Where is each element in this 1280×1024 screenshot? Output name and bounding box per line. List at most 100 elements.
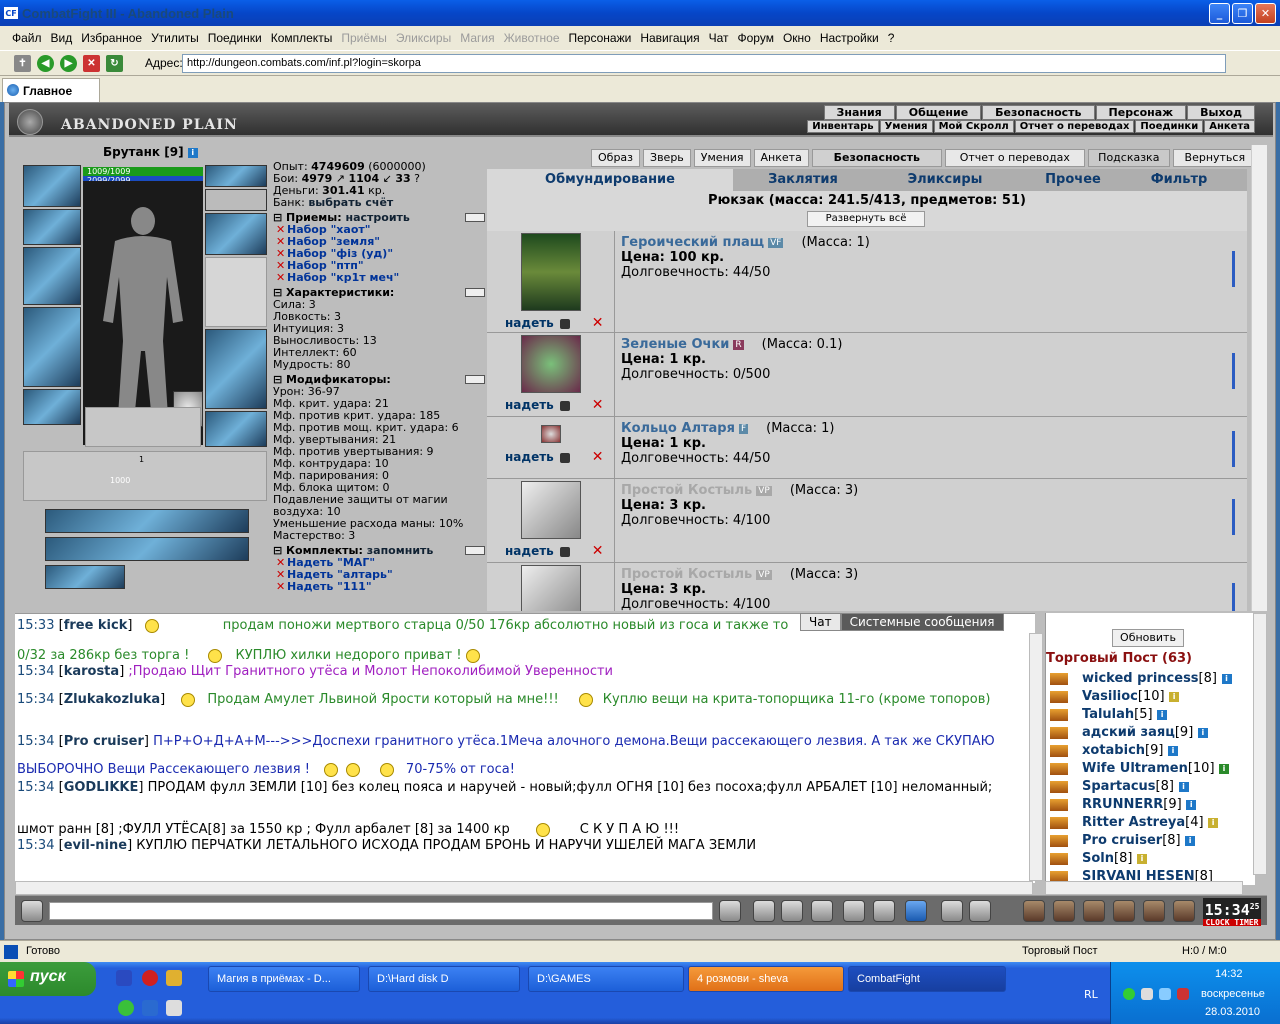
task-combatfight[interactable]: CombatFight [848,966,1006,992]
nav-fights[interactable]: Поединки [1135,120,1204,133]
security-button[interactable]: Безопасность [811,149,942,167]
profile-button[interactable]: Анкета [753,149,809,167]
fight-icon[interactable] [1083,900,1105,922]
network-icon[interactable] [1141,988,1153,1000]
language-indicator[interactable]: RL [1084,988,1098,1001]
back-icon[interactable]: ◀ [37,54,54,72]
image-button[interactable]: Образ [591,149,641,167]
move-arrow-icon[interactable] [1232,353,1235,389]
speaker-icon[interactable] [1177,988,1189,1000]
nav-communication[interactable]: Общение [895,105,982,120]
trade-user[interactable]: адский заяц[9] i [1050,725,1208,740]
tray-icon[interactable] [1123,988,1135,1000]
music-icon[interactable] [905,900,927,922]
chat-vscroll[interactable] [1029,633,1043,881]
trade-user[interactable]: wicked princess[8] i [1050,671,1232,686]
tab-chat[interactable]: Чат [800,613,841,631]
icq-icon[interactable] [118,1000,134,1016]
forward-icon[interactable]: ▶ [60,54,77,72]
beast-button[interactable]: Зверь [643,149,691,167]
nav-skills[interactable]: Умения [879,120,933,133]
start-button[interactable]: пуск [0,962,96,996]
task-games[interactable]: D:\GAMES [528,966,684,992]
nav-my-scroll[interactable]: Мой Скролл [933,120,1014,133]
inventory-scrollbar[interactable] [1251,145,1267,611]
return-button[interactable]: Вернуться [1172,149,1257,167]
cmd-icon[interactable] [166,1000,182,1016]
belt-slot[interactable] [23,389,81,425]
walk-icon[interactable] [843,900,865,922]
rings-slot[interactable] [205,189,267,211]
bag-icon[interactable] [1023,900,1045,922]
scroll-icon[interactable] [1053,900,1075,922]
stop-icon[interactable]: ✕ [83,54,100,72]
weapon-slot[interactable] [23,247,81,305]
nav-exit[interactable]: Выход [1187,105,1255,120]
move-arrow-icon[interactable] [1232,583,1235,611]
menu-window[interactable]: Окно [783,31,811,45]
scroll-slots[interactable] [23,451,267,501]
chat-avatar-icon[interactable] [21,900,43,922]
refresh-icon[interactable]: ↻ [106,54,123,72]
transfer-report-button[interactable]: Отчет о переводах [944,149,1085,167]
leggings-slot[interactable] [205,329,267,409]
exit-icon[interactable] [1173,900,1195,922]
maximize-button[interactable]: ❐ [1232,3,1253,24]
smile-icon[interactable] [941,900,963,922]
trade-user[interactable]: Soln[8] i [1050,851,1147,866]
tab-equipment[interactable]: Обмундирование [487,169,733,191]
trade-user[interactable]: Pro cruiser[8] i [1050,833,1196,848]
nav-profile[interactable]: Анкета [1204,120,1255,133]
wear-link[interactable]: надеть ✕ [505,397,604,413]
move-arrow-icon[interactable] [1232,499,1235,535]
item-name[interactable]: Простой Костыль [621,483,752,498]
expand-all-button[interactable]: Развернуть всё [807,211,925,227]
nav-security[interactable]: Безопасность [982,105,1095,120]
nav-knowledge[interactable]: Знания [823,105,895,120]
boots-slot[interactable] [205,411,267,447]
tab-spells[interactable]: Заклятия [733,169,873,191]
nav-inventory[interactable]: Инвентарь [807,120,879,133]
wear-link[interactable]: надеть ✕ [505,449,604,465]
trade-user[interactable]: Wife Ultramen[10] i [1050,761,1230,776]
helmet-icon[interactable] [969,900,991,922]
move-arrow-icon[interactable] [1232,431,1235,467]
bank-link[interactable]: выбрать счёт [308,196,393,209]
send-icon[interactable] [719,900,741,922]
nav-transfer-report[interactable]: Отчет о переводах [1014,120,1135,133]
wear-link[interactable]: надеть ✕ [505,543,604,559]
kits-remember-link[interactable]: запомнить [367,544,434,557]
task-magic[interactable]: Магия в приёмах - D... [208,966,360,992]
close-button[interactable]: ✕ [1255,3,1276,24]
amulet-slot[interactable] [205,165,267,187]
menu-help[interactable]: ? [888,31,895,45]
tab-elixirs[interactable]: Эликсиры [873,169,1017,191]
menu-fights[interactable]: Поединки [208,31,262,45]
filter-icon[interactable] [781,900,803,922]
item-name[interactable]: Зеленые Очки [621,337,729,352]
pin-icon[interactable]: ✝ [14,54,31,72]
item-name[interactable]: Героический плащ [621,235,764,250]
tab-other[interactable]: Прочее [1017,169,1129,191]
trade-user[interactable]: xotabich[9] i [1050,743,1178,758]
gloves-slot[interactable] [205,213,267,255]
task-chat[interactable]: 4 розмови - sheva [688,966,844,992]
hint-button[interactable]: Подсказка [1087,149,1170,167]
nav-character[interactable]: Персонаж [1095,105,1187,120]
menu-chat[interactable]: Чат [709,31,729,45]
chat-hscroll[interactable] [15,881,1033,895]
trade-user[interactable]: Talulah[5] i [1050,707,1168,722]
menu-forum[interactable]: Форум [738,31,774,45]
tower-icon[interactable] [1113,900,1135,922]
trade-vscroll[interactable] [1253,613,1267,875]
task-hard-disk[interactable]: D:\Hard disk D [368,966,520,992]
trick-set-5[interactable]: Набор "кр1т меч" [273,272,485,285]
bracers-slot[interactable] [23,209,81,245]
menu-characters[interactable]: Персонажи [569,31,632,45]
chat-input[interactable] [49,902,713,920]
small-slots[interactable] [85,407,201,447]
trade-hscroll[interactable] [1045,881,1243,895]
volume-icon[interactable] [1159,988,1171,1000]
menu-kits[interactable]: Комплекты [271,31,333,45]
trade-user[interactable]: RRUNNERR[9] i [1050,797,1197,812]
